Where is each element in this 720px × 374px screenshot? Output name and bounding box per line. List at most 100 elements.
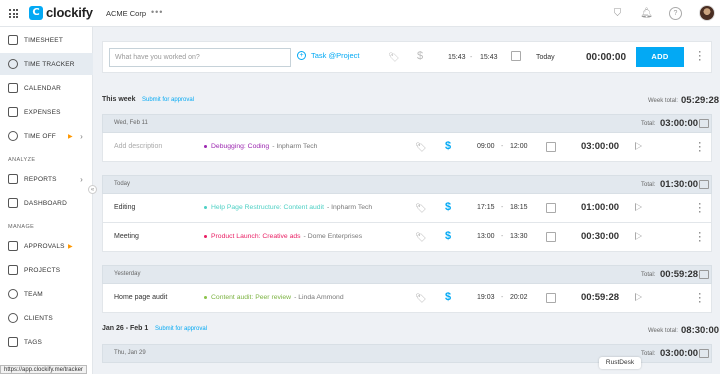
entry-start-time[interactable]: 09:00: [477, 143, 495, 150]
client-name: - Inpharm Tech: [326, 204, 373, 211]
calendar-icon[interactable]: [546, 293, 556, 303]
sidebar-item-label: TEAM: [24, 290, 43, 298]
project-color-dot: [204, 235, 207, 238]
entry-description[interactable]: Home page audit: [114, 294, 167, 301]
play-icon[interactable]: [635, 142, 642, 150]
reports-icon: [8, 174, 18, 184]
sidebar-item-dashboard[interactable]: DASHBOARD: [0, 192, 93, 214]
entry-start-time[interactable]: 17:15: [477, 204, 495, 211]
entry-end-time[interactable]: 12:00: [510, 143, 528, 150]
entry-description[interactable]: Editing: [114, 204, 135, 211]
sidebar-item-team[interactable]: TEAM: [0, 283, 93, 305]
sidebar-item-tags[interactable]: TAGS: [0, 331, 93, 353]
rustdesk-overlay[interactable]: RustDesk: [599, 357, 641, 369]
sidebar-item-clients[interactable]: CLIENTS: [0, 307, 93, 329]
clockify-logo-icon: C: [29, 5, 43, 20]
entry-more-icon[interactable]: · · ·: [698, 139, 702, 156]
play-icon[interactable]: [635, 293, 642, 301]
billable-dollar-icon[interactable]: $: [445, 140, 451, 152]
select-project-button[interactable]: + Task @Project: [297, 51, 359, 60]
workspace-more-icon[interactable]: •••: [151, 7, 163, 17]
entry-start-time[interactable]: 19:03: [477, 294, 495, 301]
entry-start-time[interactable]: 13:00: [477, 233, 495, 240]
play-icon[interactable]: [635, 203, 642, 211]
time-entry-row[interactable]: Meeting Product Launch: Creative ads - Do…: [102, 223, 712, 252]
bulk-edit-icon[interactable]: [699, 270, 709, 279]
calendar-icon[interactable]: [546, 142, 556, 152]
sidebar-item-expenses[interactable]: EXPENSES: [0, 101, 93, 123]
bell-icon[interactable]: 🔔︎: [640, 7, 653, 20]
apps-grid-icon[interactable]: [9, 9, 18, 18]
entry-description[interactable]: Meeting: [114, 233, 139, 240]
entry-end-time[interactable]: 18:15: [510, 204, 528, 211]
entry-project[interactable]: Content audit: Peer review - Linda Ammond: [204, 294, 344, 301]
calendar-icon[interactable]: [546, 232, 556, 242]
billable-dollar-icon[interactable]: $: [445, 291, 451, 303]
sidebar-item-time-off[interactable]: TIME OFF ▶ ›: [0, 125, 93, 147]
entry-end-time[interactable]: 13:30: [510, 233, 528, 240]
description-input[interactable]: What have you worked on?: [109, 48, 291, 67]
timer-end-time[interactable]: 15:43: [480, 54, 498, 61]
tag-icon[interactable]: 🏷︎: [415, 232, 426, 243]
gift-icon[interactable]: ⛉: [611, 7, 624, 20]
bulk-edit-icon[interactable]: [699, 180, 709, 189]
entry-project[interactable]: Help Page Restructure: Content audit - In…: [204, 204, 372, 211]
calendar-icon[interactable]: [511, 51, 521, 61]
sidebar-item-label: CLIENTS: [24, 314, 53, 322]
timer-date[interactable]: Today: [536, 54, 555, 61]
play-icon[interactable]: [635, 232, 642, 240]
submit-approval-link[interactable]: Submit for approval: [155, 326, 207, 332]
sidebar-item-label: TIMESHEET: [24, 36, 63, 44]
sidebar-item-calendar[interactable]: CALENDAR: [0, 77, 93, 99]
entry-duration[interactable]: 00:59:28: [581, 292, 619, 303]
help-icon[interactable]: ?: [669, 7, 682, 20]
week-total-value: 08:30:00: [681, 325, 720, 336]
add-button[interactable]: ADD: [636, 47, 684, 67]
entry-more-icon[interactable]: · · ·: [698, 229, 702, 246]
entry-description[interactable]: Add description: [114, 143, 162, 150]
tag-icon[interactable]: 🏷︎: [415, 142, 426, 153]
tag-icon[interactable]: 🏷︎: [415, 293, 426, 304]
time-entry-row[interactable]: Home page audit Content audit: Peer revi…: [102, 284, 712, 313]
bulk-edit-icon[interactable]: [699, 349, 709, 358]
timesheet-icon: [8, 35, 18, 45]
entry-project[interactable]: Product Launch: Creative ads - Dome Enter…: [204, 233, 362, 240]
sidebar-item-projects[interactable]: PROJECTS: [0, 259, 93, 281]
top-bar: C clockify ACME Corp ••• ⛉ 🔔︎ ?: [0, 0, 720, 27]
projects-icon: [8, 265, 18, 275]
entry-more-icon[interactable]: · · ·: [698, 200, 702, 217]
timer-start-time[interactable]: 15:43: [448, 54, 466, 61]
time-entry-row[interactable]: Editing Help Page Restructure: Content a…: [102, 194, 712, 223]
calendar-icon[interactable]: [546, 203, 556, 213]
notification-dot: ▶: [68, 243, 73, 250]
day-total-value: 01:30:00: [660, 179, 699, 190]
entry-more-icon[interactable]: · · ·: [698, 290, 702, 307]
clockify-logo[interactable]: C clockify: [29, 5, 93, 20]
chevron-right-icon[interactable]: ›: [80, 132, 83, 141]
sidebar-item-approvals[interactable]: APPROVALS ▶: [0, 235, 93, 257]
billable-dollar-icon[interactable]: $: [417, 50, 423, 62]
billable-dollar-icon[interactable]: $: [445, 201, 451, 213]
user-avatar[interactable]: [699, 5, 715, 21]
sidebar-item-time-tracker[interactable]: TIME TRACKER: [0, 53, 93, 75]
billable-dollar-icon[interactable]: $: [445, 230, 451, 242]
bulk-edit-icon[interactable]: [699, 119, 709, 128]
entry-duration[interactable]: 01:00:00: [581, 202, 619, 213]
timer-duration[interactable]: 00:00:00: [586, 52, 626, 63]
chevron-right-icon[interactable]: ›: [80, 175, 83, 184]
workspace-name[interactable]: ACME Corp: [106, 9, 146, 18]
entry-duration[interactable]: 03:00:00: [581, 141, 619, 152]
tag-icon[interactable]: 🏷︎: [415, 203, 426, 214]
sidebar-item-timesheet[interactable]: TIMESHEET: [0, 29, 93, 51]
entry-end-time[interactable]: 20:02: [510, 294, 528, 301]
sidebar-item-reports[interactable]: REPORTS ›: [0, 168, 93, 190]
week-total-label: Week total:: [648, 328, 678, 334]
time-entry-row[interactable]: Add description Debugging: Coding - Inpha…: [102, 133, 712, 162]
notification-dot: ▶: [68, 133, 73, 140]
tag-icon[interactable]: 🏷︎: [388, 52, 399, 63]
entry-project[interactable]: Debugging: Coding - Inpharm Tech: [204, 143, 317, 150]
sidebar-item-label: EXPENSES: [24, 108, 61, 116]
submit-approval-link[interactable]: Submit for approval: [142, 97, 194, 103]
entry-duration[interactable]: 00:30:00: [581, 231, 619, 242]
timer-more-icon[interactable]: · · ·: [698, 48, 702, 65]
